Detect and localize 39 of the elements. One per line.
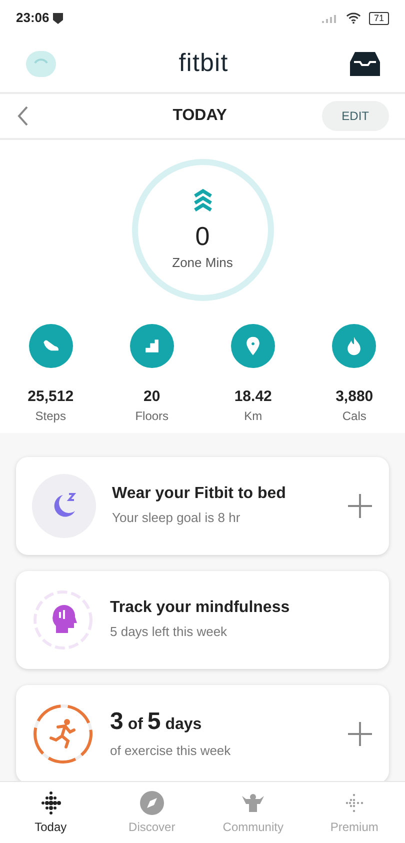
add-icon[interactable] xyxy=(347,720,373,747)
card-title: 3 of 5 days xyxy=(110,707,203,737)
signal-icon xyxy=(322,13,338,23)
stat-label: Steps xyxy=(35,408,66,425)
card-subtitle: Your sleep goal is 8 hr xyxy=(112,509,242,527)
status-time: 23:06 xyxy=(16,9,50,28)
back-chevron-icon[interactable] xyxy=(16,105,30,127)
card-subtitle: of exercise this week xyxy=(110,742,232,760)
flame-icon[interactable] xyxy=(332,324,376,368)
card-title: Wear your Fitbit to bed xyxy=(112,484,287,504)
compass-icon xyxy=(138,790,165,816)
goal-card[interactable]: 3 of 5 days of exercise this week xyxy=(16,684,389,781)
zone-minutes-label: Zone Mins xyxy=(172,254,233,272)
nav-tab[interactable]: Today xyxy=(0,782,102,843)
head-icon xyxy=(32,588,94,651)
stat-value: 18.42 xyxy=(234,388,272,407)
runner-icon xyxy=(32,702,94,765)
location-pin-icon[interactable] xyxy=(231,324,276,368)
wifi-icon xyxy=(346,12,361,24)
goal-card[interactable]: Track your mindfulness 5 days left this week xyxy=(16,570,389,669)
edit-button[interactable]: EDIT xyxy=(322,101,389,131)
shield-icon xyxy=(53,12,64,24)
stat-label: Km xyxy=(244,408,262,425)
zone-minutes-value: 0 xyxy=(195,220,210,252)
card-title: Track your mindfulness xyxy=(110,598,291,618)
goal-card[interactable]: Wear your Fitbit to bed Your sleep goal is 8 hr xyxy=(16,456,389,555)
stat-value: 25,512 xyxy=(28,388,74,407)
inbox-icon xyxy=(348,51,381,77)
stairs-icon[interactable] xyxy=(130,324,174,368)
battery-indicator: 71 xyxy=(368,12,389,24)
add-icon[interactable] xyxy=(347,492,373,519)
stat-value: 3,880 xyxy=(336,388,374,407)
stat-value: 20 xyxy=(144,388,160,407)
date-title: TODAY xyxy=(172,106,227,126)
app-logo: fitbit xyxy=(178,48,228,80)
stat-label: Cals xyxy=(342,408,366,425)
chevrons-up-icon xyxy=(192,188,214,212)
card-subtitle: 5 days left this week xyxy=(110,623,228,641)
stat-label: Floors xyxy=(135,408,169,425)
